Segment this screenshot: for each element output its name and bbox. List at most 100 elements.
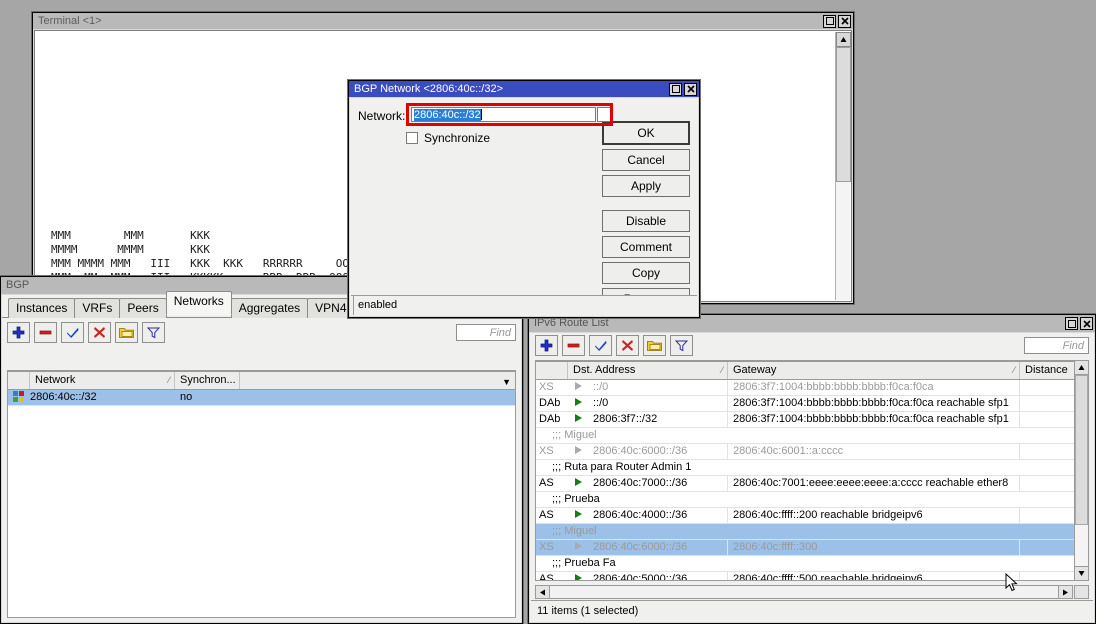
bgp-find-area[interactable]: Find: [456, 324, 516, 341]
dialog-titlebar[interactable]: BGP Network <2806:40c::/32>: [349, 81, 699, 97]
route-comment-row[interactable]: ;;; Prueba Fa: [536, 556, 1088, 572]
route-scroll-thumb[interactable]: [1075, 375, 1088, 525]
cell-synchronize: no: [175, 390, 240, 405]
cell-network: 2806:40c::/32: [30, 390, 175, 405]
synchronize-checkbox[interactable]: [406, 132, 418, 144]
disable-button[interactable]: [616, 335, 639, 356]
bgp-window[interactable]: BGP Instances VRFs Peers Networks Aggreg…: [0, 276, 523, 624]
close-icon[interactable]: [1080, 317, 1093, 330]
route-vertical-scrollbar[interactable]: [1074, 360, 1089, 581]
cell-flags: AS: [536, 572, 568, 581]
cancel-button[interactable]: Cancel: [602, 149, 690, 171]
table-row[interactable]: XS2806:40c:6000::/362806:40c:ffff::300: [536, 540, 1088, 556]
bgp-toolbar[interactable]: Find: [2, 318, 521, 347]
col-network[interactable]: Network⁄: [30, 372, 175, 389]
terminal-scrollbar[interactable]: [835, 32, 850, 300]
route-comment-text: ;;; Ruta para Router Admin 1: [536, 460, 691, 475]
route-rows-container[interactable]: XS::/02806:3f7:1004:bbbb:bbbb:bbbb:f0ca:…: [536, 380, 1088, 581]
maximize-icon[interactable]: [669, 83, 682, 96]
table-row[interactable]: DAb2806:3f7::/322806:3f7:1004:bbbb:bbbb:…: [536, 412, 1088, 428]
close-icon[interactable]: [838, 15, 851, 28]
cell-flags: XS: [536, 540, 568, 555]
cell-dst-address: 2806:40c:6000::/36: [588, 540, 728, 555]
route-comment-row[interactable]: ;;; Prueba: [536, 492, 1088, 508]
cell-flags: XS: [536, 444, 568, 459]
table-row[interactable]: AS2806:40c:5000::/362806:40c:ffff::500 r…: [536, 572, 1088, 581]
route-active-arrow-icon: [568, 476, 588, 491]
table-row[interactable]: DAb::/02806:3f7:1004:bbbb:bbbb:bbbb:f0ca…: [536, 396, 1088, 412]
route-list-toolbar[interactable]: Find: [530, 333, 1094, 358]
table-row[interactable]: AS 2806:40c:7000::/362806:40c:7001:eeee:e…: [536, 476, 1088, 492]
table-row[interactable]: AS2806:40c:4000::/362806:40c:ffff::200 r…: [536, 508, 1088, 524]
route-horizontal-scrollbar[interactable]: [535, 585, 1073, 599]
route-table-header: Dst. Address⁄ Gateway⁄ Distance: [536, 361, 1088, 380]
copy-button[interactable]: Copy: [602, 262, 690, 284]
add-button[interactable]: [535, 335, 558, 356]
cell-dst-address: ::/0: [588, 396, 728, 411]
scroll-up-icon[interactable]: [836, 32, 851, 47]
dialog-status-bar: enabled: [351, 295, 697, 315]
table-row[interactable]: 2806:40c::/32 no: [8, 390, 515, 406]
maximize-icon[interactable]: [823, 15, 836, 28]
cell-gateway: 2806:40c:ffff::500 reachable bridgeipv6: [728, 572, 1020, 581]
table-row[interactable]: XS2806:40c:6000::/362806:40c:6001::a:ccc…: [536, 444, 1088, 460]
route-comment-text: ;;; Miguel: [536, 524, 597, 539]
disable-button[interactable]: Disable: [602, 210, 690, 232]
ipv6-route-table[interactable]: Dst. Address⁄ Gateway⁄ Distance XS::/028…: [535, 360, 1089, 581]
close-icon[interactable]: [684, 83, 697, 96]
route-active-arrow-icon: [568, 444, 588, 459]
enable-button[interactable]: [589, 335, 612, 356]
route-find-area[interactable]: Find: [1024, 337, 1089, 354]
route-comment-row[interactable]: ;;; Ruta para Router Admin 1: [536, 460, 1088, 476]
enable-button[interactable]: [61, 322, 84, 343]
cell-flags: XS: [536, 380, 568, 395]
route-active-arrow-icon: [568, 508, 588, 523]
dialog-button-column[interactable]: OK Cancel Apply Disable Comment Copy Rem…: [602, 121, 690, 314]
route-comment-row[interactable]: ;;; Miguel: [536, 428, 1088, 444]
tab-networks[interactable]: Networks: [166, 291, 232, 315]
synchronize-row[interactable]: Synchronize: [406, 131, 490, 145]
apply-button[interactable]: Apply: [602, 175, 690, 197]
ipv6-route-list-window[interactable]: IPv6 Route List: [528, 314, 1096, 624]
remove-button[interactable]: [34, 322, 57, 343]
scroll-down-icon[interactable]: [1075, 566, 1088, 580]
tab-peers[interactable]: Peers: [119, 298, 166, 318]
comment-button[interactable]: Comment: [602, 236, 690, 258]
tab-aggregates[interactable]: Aggregates: [231, 298, 308, 318]
col-dst-address[interactable]: Dst. Address⁄: [568, 362, 728, 379]
scroll-right-icon[interactable]: [1058, 586, 1072, 598]
cell-dst-address: 2806:40c:6000::/36: [588, 444, 728, 459]
tab-vrfs[interactable]: VRFs: [74, 298, 120, 318]
search-input[interactable]: Find: [1024, 337, 1089, 354]
terminal-scroll-thumb[interactable]: [836, 47, 851, 182]
comment-button[interactable]: [115, 322, 138, 343]
maximize-icon[interactable]: [1065, 317, 1078, 330]
route-comment-row[interactable]: ;;; Miguel: [536, 524, 1088, 540]
col-synchronize[interactable]: Synchron...: [175, 372, 240, 389]
ok-button[interactable]: OK: [602, 121, 690, 145]
filter-button[interactable]: [142, 322, 165, 343]
filter-button[interactable]: [670, 335, 693, 356]
route-comment-text: ;;; Prueba: [536, 492, 600, 507]
table-row[interactable]: XS::/02806:3f7:1004:bbbb:bbbb:bbbb:f0ca:…: [536, 380, 1088, 396]
terminal-titlebar[interactable]: Terminal <1>: [33, 13, 853, 29]
tab-instances[interactable]: Instances: [8, 298, 75, 318]
route-item-count: 11 items (1 selected): [537, 605, 638, 617]
scroll-up-icon[interactable]: [1075, 361, 1088, 375]
bgp-networks-table[interactable]: Network⁄ Synchron... ▼ 2806:40c::/32: [7, 370, 516, 618]
search-input[interactable]: Find: [456, 324, 516, 341]
add-button[interactable]: [7, 322, 30, 343]
cell-flags: DAb: [536, 412, 568, 427]
scroll-left-icon[interactable]: [536, 586, 550, 598]
cell-gateway: 2806:40c:7001:eeee:eeee:eeee:a:cccc reac…: [728, 476, 1020, 491]
cell-flags: AS: [536, 476, 568, 491]
col-gateway[interactable]: Gateway⁄: [728, 362, 1020, 379]
route-status-bar: 11 items (1 selected): [531, 600, 1093, 621]
synchronize-label: Synchronize: [424, 131, 490, 145]
comment-button[interactable]: [643, 335, 666, 356]
cell-gateway: 2806:3f7:1004:bbbb:bbbb:bbbb:f0ca:f0ca r…: [728, 412, 1020, 427]
bgp-network-icon: [13, 391, 25, 402]
remove-button[interactable]: [562, 335, 585, 356]
cell-dst-address: 2806:40c:7000::/36: [588, 476, 728, 491]
disable-button[interactable]: [88, 322, 111, 343]
